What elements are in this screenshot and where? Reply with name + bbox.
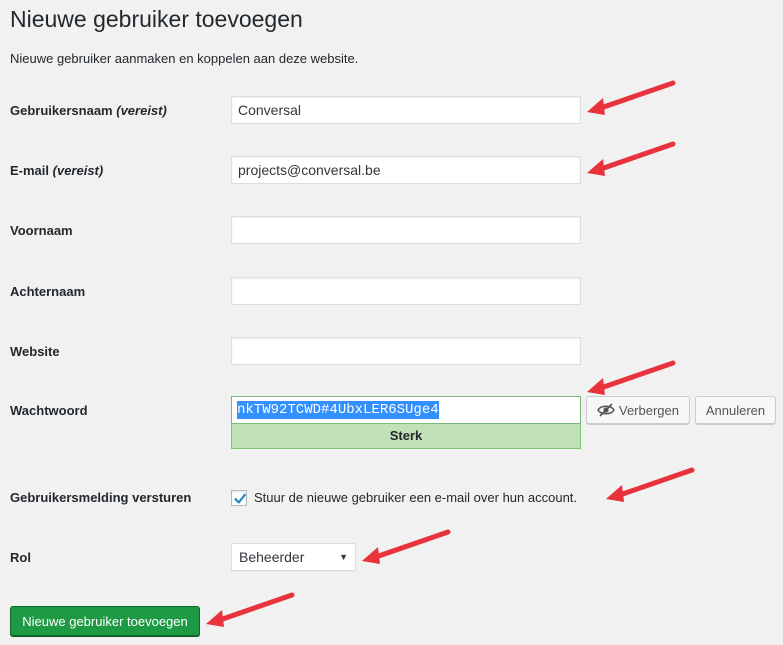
page-title: Nieuwe gebruiker toevoegen <box>10 6 303 32</box>
password-strength-meter: Sterk <box>231 424 581 449</box>
hide-password-label: Verbergen <box>619 402 679 418</box>
caret-down-icon: ▼ <box>339 552 348 562</box>
arrow-icon <box>606 467 695 502</box>
first-name-input[interactable] <box>231 216 581 244</box>
cancel-password-label: Annuleren <box>705 402 766 418</box>
username-label: Gebruikersnaam (vereist) <box>10 103 167 118</box>
notification-checkbox[interactable] <box>231 490 247 506</box>
arrow-icon <box>587 80 676 115</box>
hide-password-button[interactable]: Verbergen <box>586 396 690 424</box>
page-description: Nieuwe gebruiker aanmaken en koppelen aa… <box>10 51 359 66</box>
username-required: (vereist) <box>116 103 167 118</box>
email-required: (vereist) <box>52 163 104 178</box>
arrow-icon <box>362 529 451 564</box>
password-value: nkTW92TCWD#4UbxLER6SUge4 <box>237 401 439 419</box>
username-label-text: Gebruikersnaam <box>10 103 113 118</box>
notification-label: Gebruikersmelding versturen <box>10 490 192 505</box>
arrow-icon <box>587 141 676 176</box>
username-input[interactable] <box>231 96 581 124</box>
password-label: Wachtwoord <box>10 403 88 418</box>
notification-checkbox-label[interactable]: Stuur de nieuwe gebruiker een e-mail ove… <box>254 490 577 505</box>
first-name-label: Voornaam <box>10 223 73 238</box>
last-name-input[interactable] <box>231 277 581 305</box>
arrow-icon <box>206 592 295 627</box>
cancel-password-button[interactable]: Annuleren <box>695 396 776 424</box>
last-name-label: Achternaam <box>10 284 86 299</box>
arrow-icon <box>587 360 676 395</box>
email-input[interactable] <box>231 156 581 184</box>
role-select-value: Beheerder <box>239 549 305 565</box>
password-input[interactable]: nkTW92TCWD#4UbxLER6SUge4 <box>231 396 581 424</box>
eye-slash-icon <box>597 403 615 417</box>
role-label: Rol <box>10 550 31 565</box>
website-label: Website <box>10 344 60 359</box>
email-label: E-mail (vereist) <box>10 163 103 178</box>
role-select[interactable]: Beheerder ▼ <box>231 543 356 571</box>
checkmark-icon <box>234 493 246 504</box>
website-input[interactable] <box>231 337 581 365</box>
email-label-text: E-mail <box>10 163 50 178</box>
add-user-button[interactable]: Nieuwe gebruiker toevoegen <box>10 606 200 636</box>
